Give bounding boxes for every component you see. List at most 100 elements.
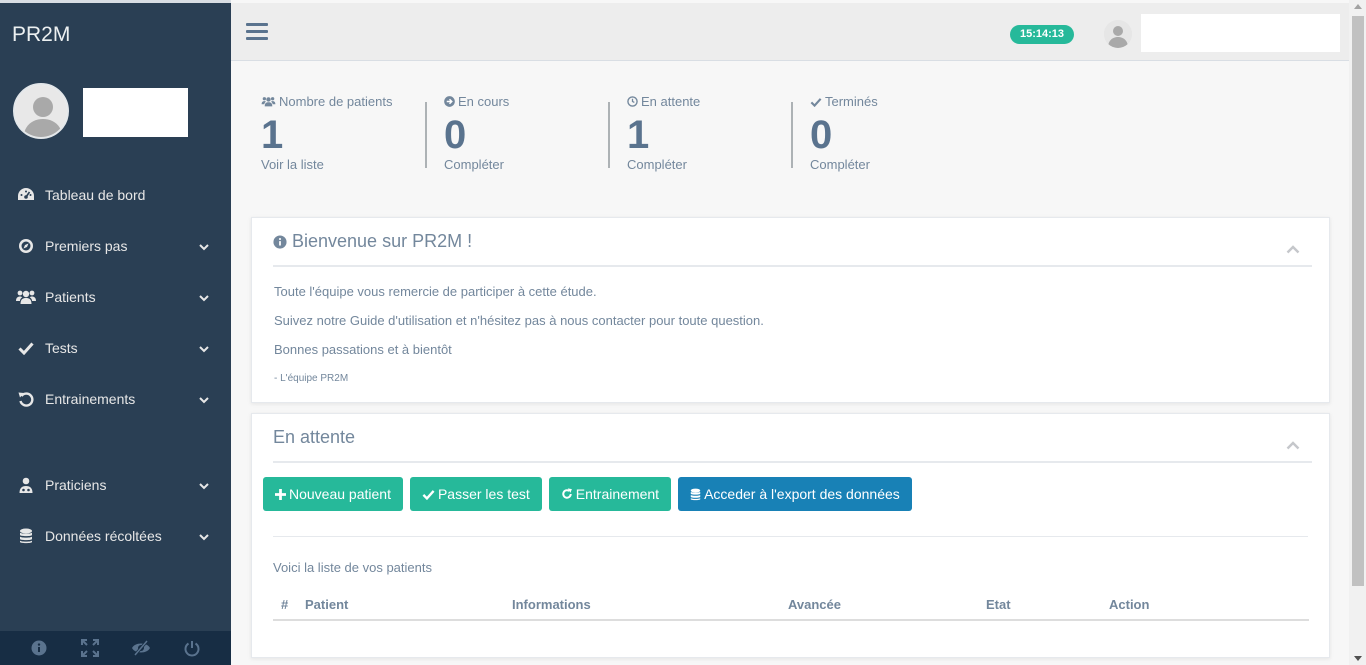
top-navbar: 15:14:13 [231, 3, 1349, 61]
sidebar-item-patients[interactable]: Patients [0, 271, 231, 322]
stat-value: 0 [810, 113, 833, 157]
welcome-panel: Bienvenue sur PR2M ! Toute l'équipe vous… [251, 217, 1330, 403]
sidebar-footer [0, 631, 231, 665]
chevron-down-icon [199, 289, 209, 305]
stat-label: Terminés [825, 94, 878, 109]
plus-icon [275, 488, 286, 500]
stat-patients: Nombre de patients 1 Voir la liste [249, 86, 432, 186]
users-icon [16, 287, 36, 307]
dashboard-icon [16, 185, 36, 205]
chevron-down-icon [199, 238, 209, 254]
sidebar-item-label: Patients [45, 288, 96, 305]
welcome-line: Bonnes passations et à bientôt [274, 342, 452, 357]
welcome-line: Toute l'équipe vous remercie de particip… [274, 284, 597, 299]
menu-toggle-icon[interactable] [246, 23, 268, 41]
fullscreen-icon[interactable] [64, 631, 115, 665]
refresh-icon [562, 488, 572, 499]
stat-value: 1 [627, 113, 650, 157]
sidebar-item-premiers-pas[interactable]: Premiers pas [0, 220, 231, 271]
sidebar: PR2M Tableau de bord Premiers pas Patien… [0, 0, 231, 665]
stat-label: En cours [458, 94, 510, 109]
user-md-icon [16, 475, 36, 495]
check-icon [16, 338, 36, 358]
page-scrollbar[interactable] [1349, 0, 1366, 665]
stat-value: 1 [261, 113, 284, 157]
clock-badge: 15:14:13 [1010, 25, 1074, 44]
sidebar-item-label: Tableau de bord [45, 186, 146, 203]
stat-termines: Terminés 0 Compléter [791, 86, 981, 186]
stat-link[interactable]: Compléter [810, 157, 981, 172]
eye-slash-icon[interactable] [116, 631, 167, 665]
user-avatar[interactable] [1104, 20, 1132, 48]
stat-en-attente: En attente 1 Compléter [608, 86, 798, 186]
scroll-down-arrow-icon[interactable] [1354, 656, 1362, 661]
check-icon [810, 97, 822, 107]
stats-row: Nombre de patients 1 Voir la liste En co… [249, 86, 1049, 186]
sidebar-item-label: Praticiens [45, 476, 107, 493]
clock-icon [627, 96, 638, 107]
stat-en-cours: En cours 0 Compléter [425, 86, 615, 186]
chevron-up-icon[interactable] [1286, 238, 1300, 259]
user-silhouette-icon [15, 85, 67, 137]
menu-spacer [0, 424, 231, 459]
sidebar-item-dashboard[interactable]: Tableau de bord [0, 169, 231, 220]
column-header[interactable]: # [281, 597, 288, 612]
new-patient-button[interactable]: Nouveau patient [263, 477, 403, 511]
stat-link[interactable]: Compléter [444, 157, 615, 172]
divider [273, 536, 1308, 537]
column-header[interactable]: Action [1109, 597, 1149, 612]
welcome-content: Toute l'équipe vous remercie de particip… [252, 267, 1329, 386]
patient-list-label: Voici la liste de vos patients [273, 560, 432, 575]
scroll-thumb[interactable] [1352, 16, 1364, 586]
avatar [13, 83, 69, 139]
stat-value: 0 [444, 113, 467, 157]
power-icon[interactable] [167, 631, 218, 665]
column-header[interactable]: Patient [305, 597, 348, 612]
sidebar-item-label: Entrainements [45, 390, 136, 407]
undo-icon [16, 389, 36, 409]
info-icon [273, 234, 287, 249]
stat-label: En attente [641, 94, 701, 109]
sidebar-item-donnees[interactable]: Données récoltées [0, 510, 231, 561]
pending-panel: En attente Nouveau patient Passer les te… [251, 413, 1330, 658]
chevron-down-icon [199, 340, 209, 356]
database-icon [16, 526, 36, 546]
brand-title[interactable]: PR2M [0, 3, 231, 65]
chevron-down-icon [199, 391, 209, 407]
training-button[interactable]: Entrainement [548, 477, 672, 511]
check-icon [422, 489, 435, 500]
chevron-up-icon[interactable] [1286, 434, 1300, 455]
stat-link[interactable]: Voir la liste [261, 157, 432, 172]
action-buttons: Nouveau patient Passer les test Entraine… [263, 477, 919, 511]
database-icon [690, 488, 701, 500]
sidebar-menu: Tableau de bord Premiers pas Patients Te… [0, 169, 231, 561]
export-data-button[interactable]: Acceder à l'export des données [678, 477, 912, 511]
compass-icon [16, 236, 36, 256]
sidebar-item-label: Premiers pas [45, 237, 128, 254]
column-header[interactable]: Avancée [788, 597, 841, 612]
stat-link[interactable]: Compléter [627, 157, 798, 172]
panel-title: Bienvenue sur PR2M ! [292, 231, 473, 251]
chevron-down-icon [199, 477, 209, 493]
column-header[interactable]: Informations [512, 597, 591, 612]
sidebar-item-praticiens[interactable]: Praticiens [0, 459, 231, 510]
panel-title: En attente [273, 427, 356, 447]
arrow-circle-right-icon [444, 96, 455, 107]
stat-label: Nombre de patients [279, 94, 393, 109]
sidebar-item-entrainements[interactable]: Entrainements [0, 373, 231, 424]
info-icon[interactable] [13, 631, 64, 665]
pass-tests-button[interactable]: Passer les test [409, 477, 542, 511]
sidebar-item-label: Données récoltées [45, 527, 162, 544]
user-silhouette-icon [1104, 20, 1132, 48]
profile-block [0, 65, 231, 169]
welcome-line: Suivez notre Guide d'utilisation et n'hé… [274, 313, 764, 328]
patients-table-header: # Patient Informations Avancée Etat Acti… [273, 589, 1309, 621]
welcome-signature: - L'équipe PR2M [274, 373, 349, 384]
user-menu[interactable] [1141, 14, 1340, 52]
profile-name [83, 88, 188, 137]
scroll-up-arrow-icon[interactable] [1354, 4, 1362, 9]
sidebar-item-label: Tests [45, 339, 78, 356]
sidebar-item-tests[interactable]: Tests [0, 322, 231, 373]
users-icon [261, 97, 276, 107]
column-header[interactable]: Etat [986, 597, 1011, 612]
